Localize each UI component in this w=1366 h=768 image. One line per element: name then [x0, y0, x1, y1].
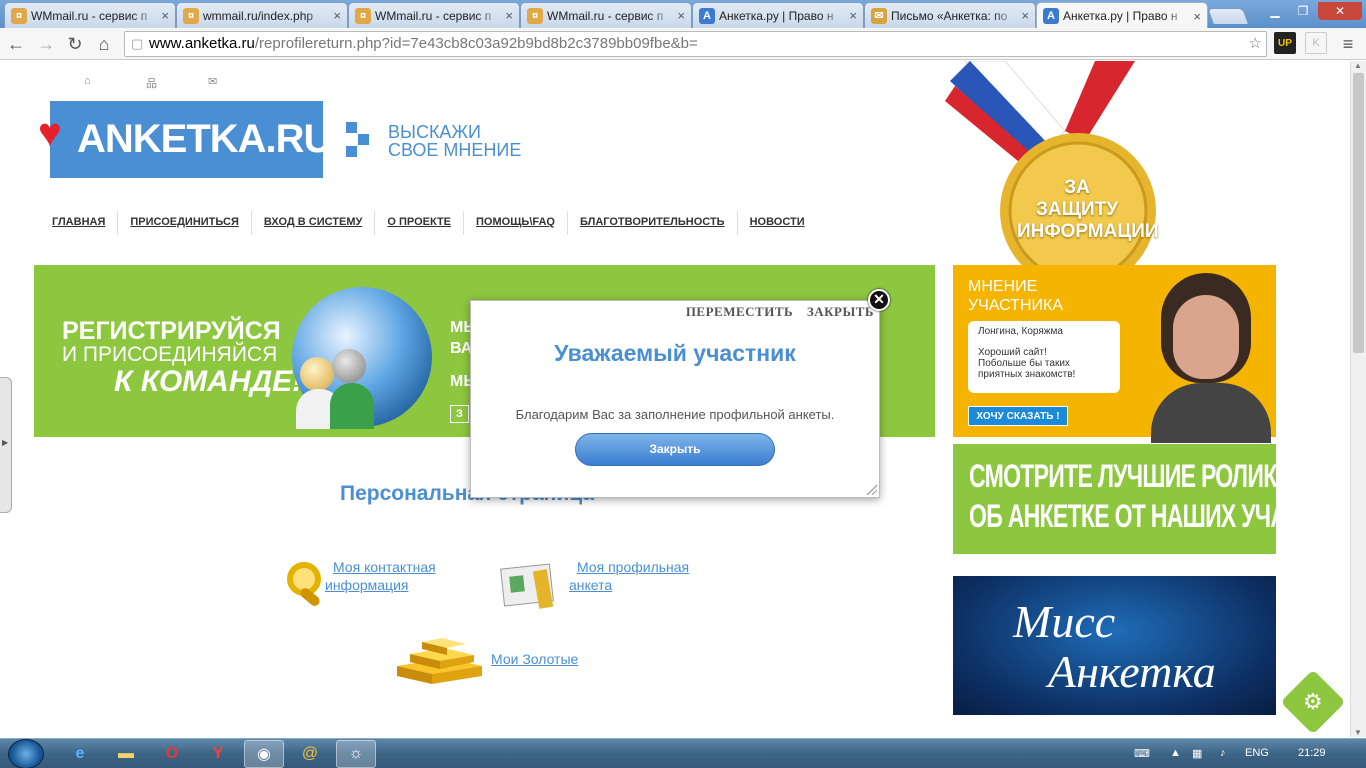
extension-k-icon[interactable]: K [1305, 32, 1327, 54]
menu-icon[interactable]: ≡ [1336, 32, 1360, 56]
browser-tab[interactable]: ¤ WMmail.ru - сервис п × [520, 2, 692, 28]
contact-info-link-line2[interactable]: информация [325, 576, 408, 594]
page-icon: ▢ [131, 36, 144, 51]
heart-icon: ♥ [38, 111, 62, 155]
browser-tab[interactable]: ¤ WMmail.ru - сервис п × [348, 2, 520, 28]
anketka-favicon-icon: A [1043, 8, 1059, 24]
page-scrollbar[interactable]: ▲ ▼ [1350, 61, 1366, 737]
mail-link-icon[interactable]: ✉ [208, 75, 217, 88]
explorer-icon[interactable]: ▬ [106, 740, 146, 768]
opera-icon[interactable]: O [152, 740, 192, 768]
medal-image: ЗА ЗАЩИТУ ИНФОРМАЦИИ [945, 61, 1195, 265]
yandex-icon[interactable]: Y [198, 740, 238, 768]
language-indicator[interactable]: ENG [1245, 747, 1269, 759]
mail-favicon-icon: ✉ [871, 7, 887, 24]
chrome-icon[interactable]: ◉ [244, 740, 284, 768]
ie-icon[interactable]: e [60, 740, 100, 768]
side-panel-tab[interactable]: ▶ [0, 377, 12, 513]
browser-tab[interactable]: ¤ WMmail.ru - сервис п × [4, 2, 176, 28]
contact-info-icon [283, 558, 327, 608]
sitemap-icon[interactable]: 品 [146, 75, 157, 91]
network-icon[interactable]: ▦ [1192, 747, 1202, 760]
dialog-message: Благодарим Вас за заполнение профильной … [515, 407, 835, 422]
contact-info-link[interactable]: Моя контактная [333, 558, 436, 576]
coin-favicon-icon: ¤ [183, 7, 199, 24]
resize-grip-icon[interactable] [865, 483, 877, 495]
close-window-icon[interactable]: ✕ [1318, 2, 1362, 20]
forward-icon[interactable]: → [34, 32, 58, 56]
clock[interactable]: 21:29 [1298, 747, 1326, 759]
start-button[interactable] [8, 739, 44, 768]
star-icon[interactable]: ☆ [1249, 32, 1262, 56]
medal-line: ЗАЩИТУ [1035, 199, 1119, 220]
dialog-close-button[interactable]: Закрыть [575, 433, 775, 466]
browser-tab[interactable]: ✉ Письмо «Анкетка: по × [864, 2, 1036, 28]
dialog-close-icon[interactable]: ✕ [868, 289, 890, 311]
gold-link[interactable]: Мои Золотые [491, 650, 578, 668]
coin-favicon-icon: ¤ [527, 7, 543, 24]
back-icon[interactable]: ← [4, 32, 28, 56]
close-tab-icon[interactable]: × [161, 8, 169, 23]
nav-login[interactable]: ВХОД В СИСТЕМУ [252, 211, 376, 235]
medal-line: ЗА [1064, 177, 1090, 198]
member-review-banner[interactable]: МНЕНИЕ УЧАСТНИКА Лонгина, Коряжма Хороший… [953, 265, 1276, 443]
new-tab-button[interactable] [1207, 8, 1249, 24]
main-nav: ГЛАВНАЯ ПРИСОЕДИНИТЬСЯ ВХОД В СИСТЕМУ О … [40, 211, 817, 235]
nav-home[interactable]: ГЛАВНАЯ [40, 211, 119, 235]
close-tab-icon[interactable]: × [677, 8, 685, 23]
browser-tab-active[interactable]: A Анкетка.ру | Право н × [1036, 2, 1208, 29]
extension-up-icon[interactable]: UP [1274, 32, 1296, 54]
nav-news[interactable]: НОВОСТИ [738, 211, 817, 235]
people-icon [296, 349, 376, 429]
close-tab-icon[interactable]: × [1193, 9, 1201, 24]
anketka-favicon-icon: A [699, 7, 715, 24]
windows-taskbar: e ▬ O Y ◉ @ ☼ ⌨ ▲ ▦ ♪ ENG 21:29 [0, 738, 1366, 768]
nav-help[interactable]: ПОМОЩЬ\FAQ [464, 211, 568, 235]
volume-icon[interactable]: ♪ [1220, 747, 1226, 759]
medal-line: ИНФОРМАЦИИ [1017, 221, 1159, 242]
tray-arrow-icon[interactable]: ▲ [1170, 747, 1181, 759]
browser-tab[interactable]: A Анкетка.ру | Право н × [692, 2, 864, 28]
nav-charity[interactable]: БЛАГОТВОРИТЕЛЬНОСТЬ [568, 211, 738, 235]
reload-icon[interactable]: ↻ [63, 32, 87, 56]
close-tab-icon[interactable]: × [1021, 8, 1029, 23]
slogan-mark-icon [346, 122, 370, 158]
member-photo [1131, 273, 1271, 443]
site-logo[interactable]: ♥ ANKETKA.RU [38, 101, 332, 178]
keyboard-icon[interactable]: ⌨ [1134, 747, 1150, 760]
address-bar[interactable]: ▢ www.anketka.ru/reprofilereturn.php?id=… [124, 31, 1267, 57]
profile-link-line2[interactable]: анкета [569, 576, 612, 594]
gold-bars-icon [397, 638, 482, 684]
say-button[interactable]: ХОЧУ СКАЗАТЬ ! [968, 406, 1068, 426]
close-tab-icon[interactable]: × [505, 8, 513, 23]
dialog-title: Уважаемый участник [554, 340, 796, 366]
close-tab-icon[interactable]: × [333, 8, 341, 23]
close-dialog-link[interactable]: ЗАКРЫТЬ [807, 304, 874, 319]
gear-icon: ⚙ [1303, 688, 1323, 714]
browser-tab-strip: ¤ WMmail.ru - сервис п × ¤ wmmail.ru/inde… [0, 0, 1366, 29]
restore-icon[interactable]: ❐ [1290, 2, 1316, 20]
coin-favicon-icon: ¤ [355, 7, 371, 24]
profile-badge-icon [498, 558, 558, 610]
move-dialog-link[interactable]: ПЕРЕМЕСТИТЬ [686, 304, 793, 319]
scrollbar-thumb[interactable] [1353, 73, 1364, 353]
nav-about[interactable]: О ПРОЕКТЕ [375, 211, 465, 235]
coin-favicon-icon: ¤ [11, 7, 27, 24]
browser-toolbar: ← → ↻ ⌂ ▢ www.anketka.ru/reprofilereturn… [0, 28, 1366, 60]
app-icon[interactable]: ☼ [336, 740, 376, 768]
videos-banner[interactable]: СМОТРИТЕ ЛУЧШИЕ РОЛИКИ ОБ АНКЕТКЕ ОТ НАШ… [953, 444, 1350, 554]
mail-agent-icon[interactable]: @ [290, 740, 330, 768]
close-tab-icon[interactable]: × [849, 8, 857, 23]
home-link-icon[interactable]: ⌂ [84, 75, 91, 87]
miss-anketka-banner[interactable]: Мисс Анкетка [953, 576, 1276, 715]
nav-join[interactable]: ПРИСОЕДИНИТЬСЯ [118, 211, 252, 235]
site-slogan: ВЫСКАЖИ СВОЕ МНЕНИЕ [388, 122, 522, 160]
home-icon[interactable]: ⌂ [92, 32, 116, 56]
thank-you-dialog: ПЕРЕМЕСТИТЬ ЗАКРЫТЬ Уважаемый участник Б… [470, 300, 880, 498]
minimize-icon[interactable]: ▁ [1262, 2, 1288, 20]
profile-link[interactable]: Моя профильная [577, 558, 689, 576]
review-bubble: Лонгина, Коряжма Хороший сайт! Побольше … [968, 321, 1120, 393]
browser-tab[interactable]: ¤ wmmail.ru/index.php × [176, 2, 348, 28]
dialog-toolbar: ПЕРЕМЕСТИТЬ ЗАКРЫТЬ [676, 304, 874, 320]
